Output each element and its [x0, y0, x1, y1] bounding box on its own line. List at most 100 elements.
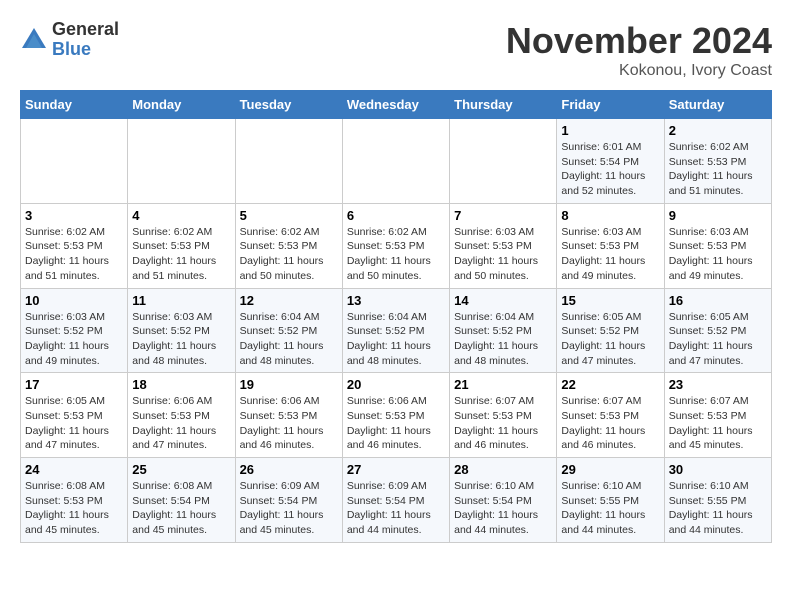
- day-number: 29: [561, 462, 659, 477]
- calendar-cell: 10 Sunrise: 6:03 AMSunset: 5:52 PMDayligh…: [21, 288, 128, 373]
- day-number: 2: [669, 123, 767, 138]
- month-title: November 2024: [506, 20, 772, 62]
- calendar-week-row: 1Sunrise: 6:01 AMSunset: 5:54 PMDaylight…: [21, 119, 772, 204]
- day-info: Sunrise: 6:02 AMSunset: 5:53 PMDaylight:…: [132, 225, 230, 284]
- day-info: Sunrise: 6:08 AMSunset: 5:54 PMDaylight:…: [132, 479, 230, 538]
- day-number: 7: [454, 208, 552, 223]
- day-info: Sunrise: 6:03 AMSunset: 5:52 PMDaylight:…: [25, 310, 123, 369]
- day-info: Sunrise: 6:06 AMSunset: 5:53 PMDaylight:…: [347, 394, 445, 453]
- calendar-cell: 17 Sunrise: 6:05 AMSunset: 5:53 PMDayligh…: [21, 373, 128, 458]
- calendar-cell: 1Sunrise: 6:01 AMSunset: 5:54 PMDaylight…: [557, 119, 664, 204]
- day-info: Sunrise: 6:07 AMSunset: 5:53 PMDaylight:…: [454, 394, 552, 453]
- day-info: Sunrise: 6:02 AMSunset: 5:53 PMDaylight:…: [240, 225, 338, 284]
- day-info: Sunrise: 6:03 AMSunset: 5:53 PMDaylight:…: [561, 225, 659, 284]
- day-number: 14: [454, 293, 552, 308]
- day-info: Sunrise: 6:10 AMSunset: 5:55 PMDaylight:…: [561, 479, 659, 538]
- calendar-cell: 11Sunrise: 6:03 AMSunset: 5:52 PMDayligh…: [128, 288, 235, 373]
- column-header-thursday: Thursday: [450, 91, 557, 119]
- day-number: 23: [669, 377, 767, 392]
- calendar-cell: 28 Sunrise: 6:10 AMSunset: 5:54 PMDayligh…: [450, 458, 557, 543]
- calendar-cell: 19Sunrise: 6:06 AMSunset: 5:53 PMDayligh…: [235, 373, 342, 458]
- logo-icon: [20, 26, 48, 54]
- calendar-cell: 21Sunrise: 6:07 AMSunset: 5:53 PMDayligh…: [450, 373, 557, 458]
- day-number: 24: [25, 462, 123, 477]
- calendar-cell: 13Sunrise: 6:04 AMSunset: 5:52 PMDayligh…: [342, 288, 449, 373]
- day-number: 30: [669, 462, 767, 477]
- day-info: Sunrise: 6:04 AMSunset: 5:52 PMDaylight:…: [240, 310, 338, 369]
- calendar-week-row: 3Sunrise: 6:02 AMSunset: 5:53 PMDaylight…: [21, 203, 772, 288]
- day-number: 28: [454, 462, 552, 477]
- calendar-cell: 26 Sunrise: 6:09 AMSunset: 5:54 PMDayligh…: [235, 458, 342, 543]
- column-header-wednesday: Wednesday: [342, 91, 449, 119]
- calendar-week-row: 10 Sunrise: 6:03 AMSunset: 5:52 PMDayligh…: [21, 288, 772, 373]
- calendar-table: SundayMondayTuesdayWednesdayThursdayFrid…: [20, 90, 772, 543]
- day-info: Sunrise: 6:04 AMSunset: 5:52 PMDaylight:…: [347, 310, 445, 369]
- day-info: Sunrise: 6:02 AMSunset: 5:53 PMDaylight:…: [347, 225, 445, 284]
- day-info: Sunrise: 6:05 AMSunset: 5:52 PMDaylight:…: [561, 310, 659, 369]
- day-number: 16: [669, 293, 767, 308]
- day-info: Sunrise: 6:02 AMSunset: 5:53 PMDaylight:…: [25, 225, 123, 284]
- day-number: 19: [240, 377, 338, 392]
- day-number: 15: [561, 293, 659, 308]
- calendar-cell: 24 Sunrise: 6:08 AMSunset: 5:53 PMDayligh…: [21, 458, 128, 543]
- column-header-sunday: Sunday: [21, 91, 128, 119]
- day-info: Sunrise: 6:09 AMSunset: 5:54 PMDaylight:…: [240, 479, 338, 538]
- calendar-cell: 16 Sunrise: 6:05 AMSunset: 5:52 PMDayligh…: [664, 288, 771, 373]
- calendar-cell: [342, 119, 449, 204]
- column-header-friday: Friday: [557, 91, 664, 119]
- calendar-cell: 9 Sunrise: 6:03 AMSunset: 5:53 PMDaylight…: [664, 203, 771, 288]
- calendar-cell: 6 Sunrise: 6:02 AMSunset: 5:53 PMDaylight…: [342, 203, 449, 288]
- calendar-cell: 25 Sunrise: 6:08 AMSunset: 5:54 PMDayligh…: [128, 458, 235, 543]
- day-number: 26: [240, 462, 338, 477]
- calendar-cell: 3Sunrise: 6:02 AMSunset: 5:53 PMDaylight…: [21, 203, 128, 288]
- day-number: 27: [347, 462, 445, 477]
- day-number: 10: [25, 293, 123, 308]
- day-info: Sunrise: 6:07 AMSunset: 5:53 PMDaylight:…: [561, 394, 659, 453]
- day-number: 22: [561, 377, 659, 392]
- calendar-cell: 7Sunrise: 6:03 AMSunset: 5:53 PMDaylight…: [450, 203, 557, 288]
- calendar-cell: 23 Sunrise: 6:07 AMSunset: 5:53 PMDayligh…: [664, 373, 771, 458]
- calendar-cell: 12 Sunrise: 6:04 AMSunset: 5:52 PMDayligh…: [235, 288, 342, 373]
- logo: General Blue: [20, 20, 119, 60]
- calendar-cell: 30 Sunrise: 6:10 AMSunset: 5:55 PMDayligh…: [664, 458, 771, 543]
- day-info: Sunrise: 6:10 AMSunset: 5:55 PMDaylight:…: [669, 479, 767, 538]
- day-number: 9: [669, 208, 767, 223]
- calendar-cell: [21, 119, 128, 204]
- day-info: Sunrise: 6:04 AMSunset: 5:52 PMDaylight:…: [454, 310, 552, 369]
- column-header-monday: Monday: [128, 91, 235, 119]
- calendar-cell: 27Sunrise: 6:09 AMSunset: 5:54 PMDayligh…: [342, 458, 449, 543]
- calendar-cell: 15 Sunrise: 6:05 AMSunset: 5:52 PMDayligh…: [557, 288, 664, 373]
- day-number: 17: [25, 377, 123, 392]
- day-info: Sunrise: 6:07 AMSunset: 5:53 PMDaylight:…: [669, 394, 767, 453]
- calendar-cell: [450, 119, 557, 204]
- day-number: 25: [132, 462, 230, 477]
- calendar-cell: 2 Sunrise: 6:02 AMSunset: 5:53 PMDaylight…: [664, 119, 771, 204]
- day-info: Sunrise: 6:05 AMSunset: 5:52 PMDaylight:…: [669, 310, 767, 369]
- calendar-cell: 4 Sunrise: 6:02 AMSunset: 5:53 PMDaylight…: [128, 203, 235, 288]
- logo-text: General Blue: [52, 20, 119, 60]
- day-info: Sunrise: 6:06 AMSunset: 5:53 PMDaylight:…: [132, 394, 230, 453]
- day-number: 12: [240, 293, 338, 308]
- logo-blue: Blue: [52, 40, 119, 60]
- day-info: Sunrise: 6:03 AMSunset: 5:53 PMDaylight:…: [669, 225, 767, 284]
- day-number: 4: [132, 208, 230, 223]
- day-number: 5: [240, 208, 338, 223]
- day-info: Sunrise: 6:08 AMSunset: 5:53 PMDaylight:…: [25, 479, 123, 538]
- calendar-cell: [128, 119, 235, 204]
- calendar-cell: 8Sunrise: 6:03 AMSunset: 5:53 PMDaylight…: [557, 203, 664, 288]
- calendar-cell: 18 Sunrise: 6:06 AMSunset: 5:53 PMDayligh…: [128, 373, 235, 458]
- day-info: Sunrise: 6:10 AMSunset: 5:54 PMDaylight:…: [454, 479, 552, 538]
- day-number: 18: [132, 377, 230, 392]
- calendar-cell: 5 Sunrise: 6:02 AMSunset: 5:53 PMDaylight…: [235, 203, 342, 288]
- calendar-cell: 22 Sunrise: 6:07 AMSunset: 5:53 PMDayligh…: [557, 373, 664, 458]
- day-info: Sunrise: 6:02 AMSunset: 5:53 PMDaylight:…: [669, 140, 767, 199]
- day-number: 6: [347, 208, 445, 223]
- calendar-week-row: 17 Sunrise: 6:05 AMSunset: 5:53 PMDayligh…: [21, 373, 772, 458]
- column-header-tuesday: Tuesday: [235, 91, 342, 119]
- logo-general: General: [52, 20, 119, 40]
- page-header: General Blue November 2024 Kokonou, Ivor…: [20, 20, 772, 80]
- calendar-cell: 29 Sunrise: 6:10 AMSunset: 5:55 PMDayligh…: [557, 458, 664, 543]
- day-info: Sunrise: 6:05 AMSunset: 5:53 PMDaylight:…: [25, 394, 123, 453]
- day-number: 11: [132, 293, 230, 308]
- column-header-saturday: Saturday: [664, 91, 771, 119]
